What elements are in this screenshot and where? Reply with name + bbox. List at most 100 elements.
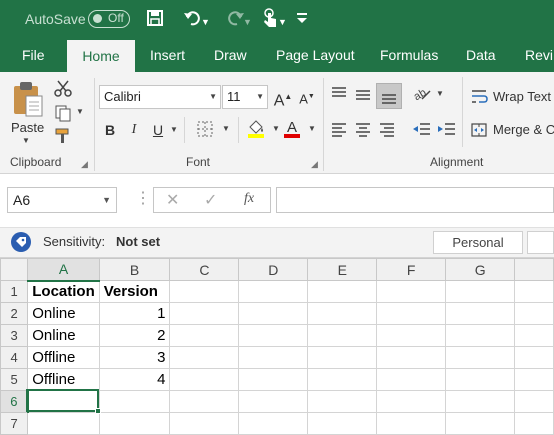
cell[interactable] [307,368,378,391]
align-right-icon[interactable] [378,120,400,142]
cell[interactable] [238,324,309,347]
formula-input[interactable] [276,187,554,213]
fill-handle[interactable] [95,408,101,414]
cell-b3[interactable]: 2 [98,324,171,347]
row-header[interactable]: 6 [0,390,29,413]
cell[interactable] [514,412,554,435]
select-all-corner[interactable] [0,258,29,281]
tab-insert[interactable]: Insert [150,38,185,72]
grow-font-button[interactable]: A▲ [272,86,294,109]
cell-b2[interactable]: 1 [98,302,171,325]
sheet-table[interactable]: A B C D E F G 1 Location Version 2 Onlin… [0,258,554,435]
customize-qat-icon[interactable] [293,6,311,30]
tab-page-layout[interactable]: Page Layout [276,38,355,72]
row-header[interactable]: 2 [0,302,29,325]
cell-a6[interactable] [27,390,100,413]
cell[interactable] [514,324,554,347]
cell[interactable] [376,280,447,303]
cell-a3[interactable]: Online [27,324,100,347]
cell[interactable] [169,412,240,435]
cell[interactable] [238,412,309,435]
cell[interactable] [376,390,447,413]
font-color-button[interactable]: A ▼ [282,118,322,142]
sensitivity-more-button[interactable] [527,231,554,254]
copy-button[interactable]: ▼ [54,104,88,124]
cell[interactable] [169,390,240,413]
cell-a1[interactable]: Location [27,280,100,303]
cell[interactable] [307,280,378,303]
middle-align-icon[interactable] [354,85,376,107]
cell[interactable] [307,324,378,347]
cancel-icon[interactable]: ✕ [166,190,179,210]
underline-button[interactable]: U [147,119,169,141]
column-header-b[interactable]: B [98,258,171,281]
cell-a2[interactable]: Online [27,302,100,325]
row-header[interactable]: 1 [0,280,29,303]
tab-home[interactable]: Home [67,40,135,72]
tab-review[interactable]: Revi [525,38,553,72]
cell[interactable] [238,302,309,325]
cell-a7[interactable] [27,412,100,435]
cell[interactable] [169,324,240,347]
tab-draw[interactable]: Draw [214,38,247,72]
sensitivity-personal-button[interactable]: Personal [433,231,523,254]
format-painter-icon[interactable] [54,127,76,147]
cell[interactable] [376,302,447,325]
save-icon[interactable] [143,6,167,30]
redo-button[interactable]: ▼ [217,6,253,30]
paste-button[interactable]: Paste ▼ [8,78,48,148]
decrease-indent-icon[interactable] [412,120,434,142]
cell[interactable] [307,412,378,435]
cell[interactable] [238,280,309,303]
cell[interactable] [514,346,554,369]
cell[interactable] [445,280,516,303]
insert-function-icon[interactable]: fx [244,191,254,207]
tab-file[interactable]: File [22,38,45,72]
cell[interactable] [445,324,516,347]
worksheet-grid[interactable]: A B C D E F G 1 Location Version 2 Onlin… [0,258,554,435]
fill-color-button[interactable]: ▼ [246,118,286,142]
column-header-a[interactable]: A [27,258,100,282]
enter-check-icon[interactable]: ✓ [204,190,217,210]
cell[interactable] [169,302,240,325]
column-header-f[interactable]: F [376,258,447,281]
shrink-font-button[interactable]: A▼ [296,86,318,108]
cell[interactable] [376,368,447,391]
column-header-d[interactable]: D [238,258,309,281]
cell[interactable] [238,390,309,413]
cell[interactable] [238,368,309,391]
cell[interactable] [514,390,554,413]
tab-formulas[interactable]: Formulas [380,38,438,72]
top-align-icon[interactable] [330,85,352,107]
touch-mode-button[interactable]: ▼ [252,6,288,30]
cell[interactable] [169,346,240,369]
align-left-icon[interactable] [330,120,352,142]
cell[interactable] [445,302,516,325]
cell[interactable] [376,412,447,435]
cell-b6[interactable] [98,390,171,413]
cell-a4[interactable]: Offline [27,346,100,369]
cell[interactable] [445,412,516,435]
cell[interactable] [514,302,554,325]
cell-b1[interactable]: Version [98,280,171,303]
row-header[interactable]: 4 [0,346,29,369]
row-header[interactable]: 5 [0,368,29,391]
cell[interactable] [514,280,554,303]
font-name-combo[interactable]: Calibri ▼ [99,85,221,109]
borders-button[interactable]: ▼ [196,120,236,142]
cell-b7[interactable] [98,412,171,435]
autosave-toggle[interactable]: Off [88,10,130,28]
cell[interactable] [445,368,516,391]
column-header-c[interactable]: C [169,258,240,281]
cell[interactable] [376,346,447,369]
cell[interactable] [445,346,516,369]
cell[interactable] [307,346,378,369]
column-header-e[interactable]: E [307,258,378,281]
cell[interactable] [514,368,554,391]
bold-button[interactable]: B [99,119,121,141]
font-size-combo[interactable]: 11 ▼ [222,85,268,109]
cell-b4[interactable]: 3 [98,346,171,369]
orientation-button[interactable]: ab ▼ [412,85,446,107]
cell[interactable] [238,346,309,369]
undo-button[interactable]: ▼ [175,6,211,30]
